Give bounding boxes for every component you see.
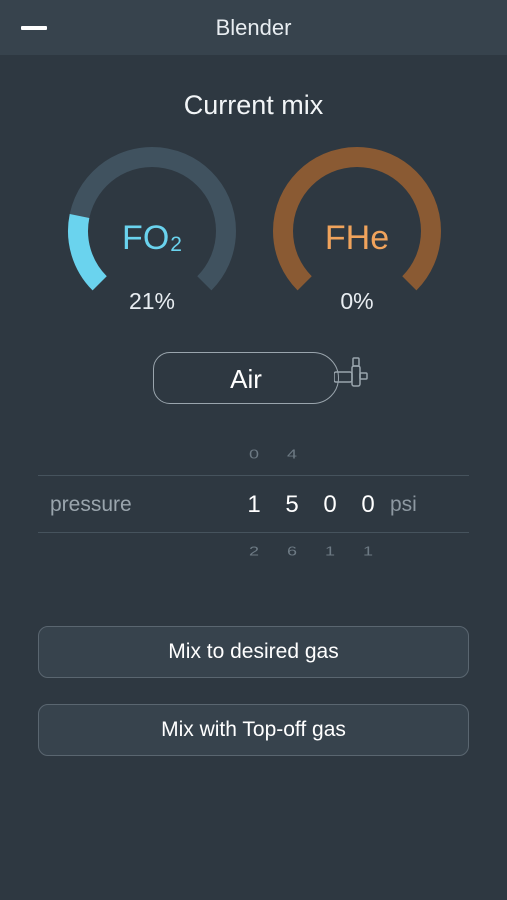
- pressure-digit-hundreds[interactable]: 4 5 6: [277, 430, 307, 560]
- pressure-picker: pressure 0 1 2 4 5 6 0 1 0 1 psi: [38, 430, 469, 560]
- page-title: Blender: [215, 15, 292, 40]
- digit-below: 6: [286, 543, 297, 559]
- fo2-label: FO2: [122, 219, 182, 257]
- pressure-unit: psi: [390, 493, 417, 516]
- pressure-digit-thousands[interactable]: 0 1 2: [239, 430, 269, 560]
- digit-above: 0: [248, 446, 259, 462]
- current-mix-title: Current mix: [183, 90, 324, 120]
- digit-below: 2: [248, 543, 259, 559]
- digit-current: 1: [247, 491, 261, 518]
- blender-screen: Blender Current mix FO2 21% FHe 0% Air p…: [0, 0, 507, 900]
- gas-cylinder-button[interactable]: Air: [153, 352, 339, 404]
- he-gauge: FHe 0%: [267, 146, 447, 316]
- digit-current: 0: [361, 491, 375, 518]
- tank-valve-icon: [334, 357, 368, 387]
- nav-bar: Blender: [0, 0, 507, 55]
- o2-gauge: FO2 21%: [62, 146, 242, 316]
- fo2-value: 21%: [128, 288, 176, 314]
- mix-with-topoff-gas-button[interactable]: Mix with Top-off gas: [38, 704, 469, 756]
- pressure-digit-tens[interactable]: 0 1: [315, 430, 345, 560]
- mix-to-desired-gas-button[interactable]: Mix to desired gas: [38, 626, 469, 678]
- digit-current: 5: [285, 491, 299, 518]
- fhe-label: FHe: [324, 219, 390, 257]
- pressure-label: pressure: [50, 493, 132, 516]
- digit-below: 1: [362, 543, 373, 559]
- pressure-digit-ones[interactable]: 0 1: [353, 430, 383, 560]
- gas-name: Air: [230, 364, 262, 394]
- digit-current: 0: [323, 491, 337, 518]
- digit-above: 4: [286, 446, 297, 462]
- fhe-value: 0%: [340, 288, 374, 314]
- digit-below: 1: [324, 543, 335, 559]
